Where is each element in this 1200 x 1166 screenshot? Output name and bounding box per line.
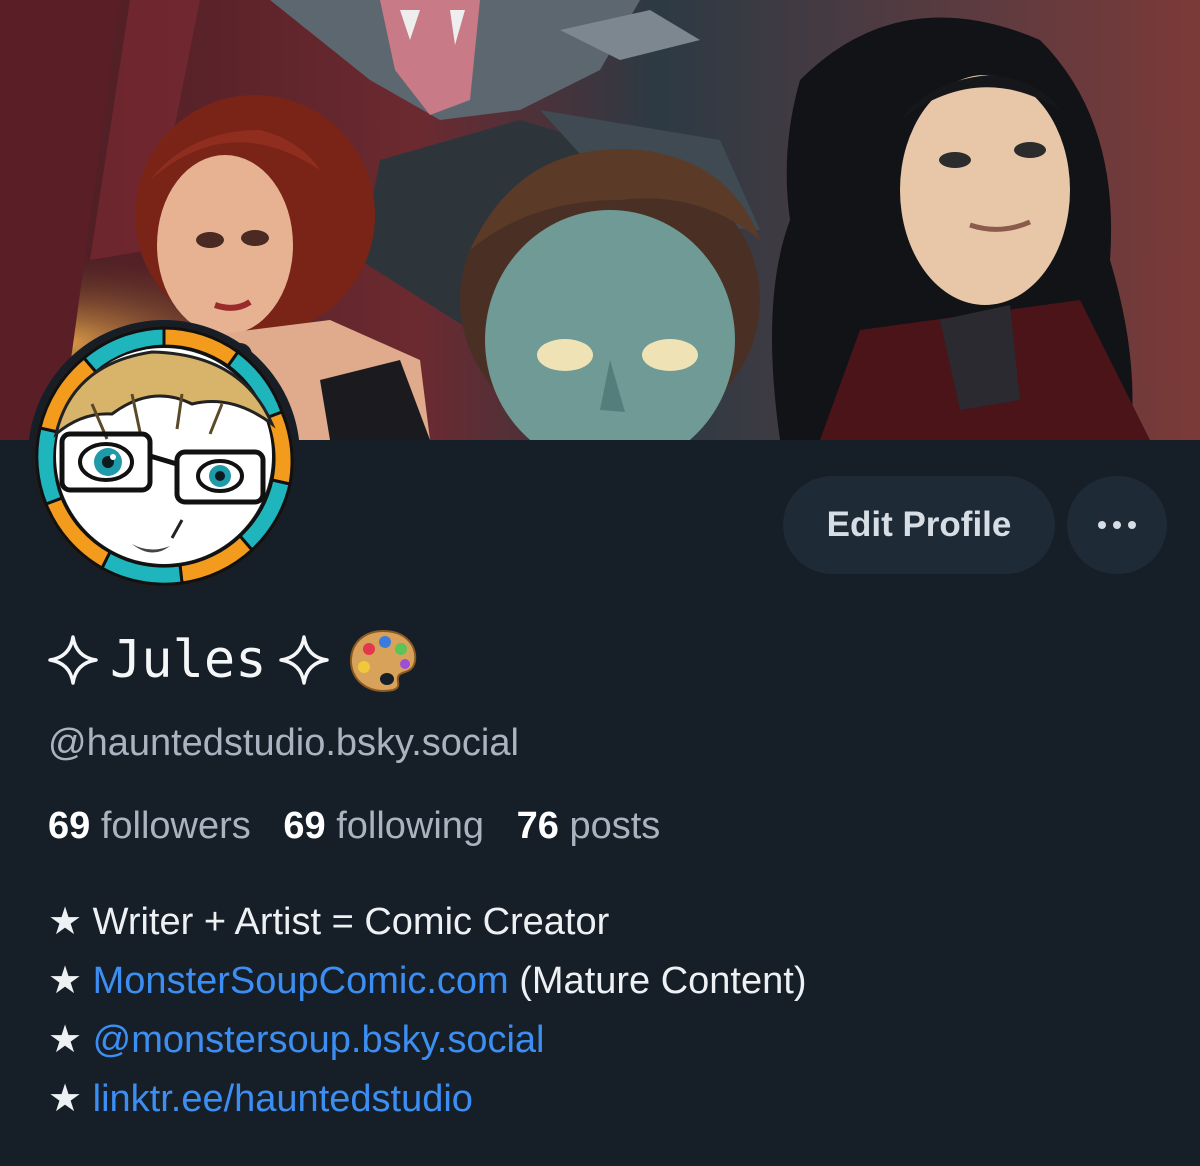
star-bullet-icon: ★ — [48, 1019, 83, 1061]
following-count: 69 — [283, 805, 326, 847]
bio-line: ★ MonsterSoupComic.com (Mature Content) — [48, 952, 806, 1011]
edit-profile-button[interactable]: Edit Profile — [783, 476, 1055, 574]
bio-link-website[interactable]: MonsterSoupComic.com — [93, 960, 509, 1002]
star-bullet-icon: ★ — [48, 960, 83, 1002]
sparkle-icon — [48, 635, 98, 685]
more-horizontal-icon — [1098, 521, 1136, 529]
sparkle-icon — [278, 635, 329, 685]
artist-palette-icon — [349, 629, 416, 692]
bio-link-mention[interactable]: @monstersoup.bsky.social — [93, 1019, 545, 1061]
bio-text: (Mature Content) — [508, 960, 807, 1002]
followers-link[interactable]: 69 followers — [48, 805, 251, 847]
followers-label: followers — [100, 805, 251, 847]
star-bullet-icon: ★ — [48, 901, 83, 943]
posts-label: posts — [569, 805, 661, 847]
profile-handle: @hauntedstudio.bsky.social — [48, 722, 519, 764]
following-label: following — [336, 805, 485, 847]
star-bullet-icon: ★ — [48, 1078, 83, 1120]
followers-count: 69 — [48, 805, 91, 847]
posts-count: 76 — [516, 805, 559, 847]
bio-link-linktree[interactable]: linktr.ee/hauntedstudio — [93, 1078, 473, 1120]
profile-stats: 69 followers 69 following 76 posts — [48, 805, 660, 848]
bio-text: Writer + Artist = Comic Creator — [92, 901, 610, 943]
following-link[interactable]: 69 following — [283, 805, 484, 847]
more-options-button[interactable] — [1067, 476, 1167, 574]
profile-bio: ★ Writer + Artist = Comic Creator ★ Mons… — [48, 893, 806, 1129]
bio-line: ★ @monstersoup.bsky.social — [48, 1011, 806, 1070]
bio-line: ★ linktr.ee/hauntedstudio — [48, 1070, 806, 1129]
bio-line: ★ Writer + Artist = Comic Creator — [48, 893, 806, 952]
display-name: Jules — [46, 620, 419, 700]
display-name-text: Jules — [110, 630, 267, 690]
profile-avatar[interactable] — [32, 324, 296, 588]
posts-stat: 76 posts — [517, 805, 661, 847]
